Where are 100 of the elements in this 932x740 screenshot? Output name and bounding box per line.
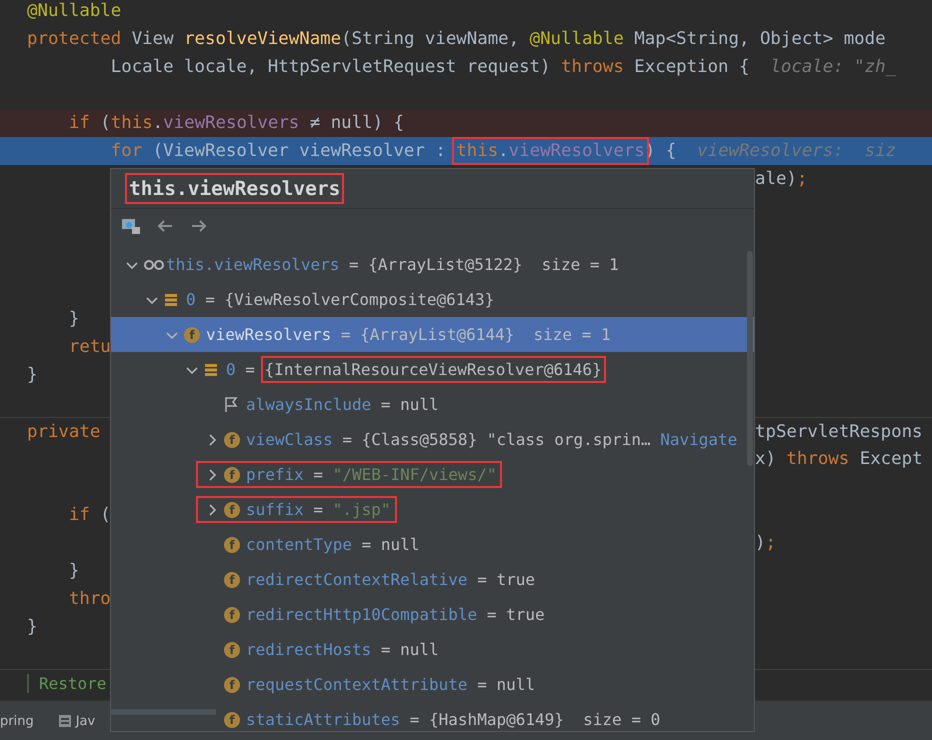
variable-name: redirectContextRelative xyxy=(246,570,468,589)
variable-name: suffix xyxy=(246,500,304,519)
field-badge: f xyxy=(224,502,240,518)
inline-hint: locale: "zh_ xyxy=(770,57,896,77)
array-icon xyxy=(204,362,218,376)
variable-value: = null xyxy=(380,640,439,659)
tree-row[interactable]: f redirectHosts = null xyxy=(111,632,754,667)
array-icon xyxy=(164,292,178,306)
code-token: tpServletRespons xyxy=(755,422,923,442)
variable-value: = xyxy=(312,500,324,519)
horizontal-scrollbar[interactable] xyxy=(111,709,216,715)
code-token: } xyxy=(68,309,80,329)
code-token: ( xyxy=(99,113,111,133)
code-token: Map<String, Object> mode xyxy=(633,29,886,49)
tree-row[interactable]: f prefix = "/WEB-INF/views/" xyxy=(111,457,754,492)
tree-row[interactable]: f suffix = ".jsp" xyxy=(111,492,754,527)
code-token: Exception { xyxy=(633,57,750,77)
code-token: this xyxy=(456,141,498,161)
variable-name: 0 xyxy=(186,290,196,309)
code-token: } xyxy=(27,617,38,637)
tree-row[interactable]: f staticAttributes = {HashMap@6149} size = 0 xyxy=(111,702,754,731)
code-token: ) xyxy=(755,533,766,553)
variable-value: = null xyxy=(380,395,439,414)
code-token: throws xyxy=(786,449,850,469)
tree-row[interactable]: f redirectHttp10Compatible = true xyxy=(111,597,754,632)
code-token: viewResolvers xyxy=(508,141,645,161)
code-token: if xyxy=(68,113,90,133)
code-token: retu xyxy=(68,337,111,357)
field-badge: f xyxy=(184,326,200,342)
variable-value: "/WEB-INF/views/" xyxy=(332,465,496,484)
variable-name: this.viewResolvers xyxy=(166,255,340,274)
code-token: private xyxy=(27,422,100,442)
field-badge: f xyxy=(224,642,240,658)
folded-region-label[interactable]: Restore xyxy=(39,674,106,693)
variable-value: = {ViewResolverComposite@6143} xyxy=(204,290,494,309)
code-token: Locale locale, HttpServletRequest request) xyxy=(110,57,552,77)
code-token: protected xyxy=(27,29,122,49)
variable-value: = xyxy=(312,465,324,484)
variable-name: requestContextAttribute xyxy=(246,675,468,694)
code-token: resolveViewName xyxy=(184,29,342,49)
glasses-icon xyxy=(144,258,164,270)
code-token: ≠ null) { xyxy=(308,113,404,133)
frame-icon[interactable] xyxy=(121,217,141,235)
field-badge: f xyxy=(224,676,240,692)
field-badge: f xyxy=(224,572,240,588)
code-token: throws xyxy=(560,57,624,77)
variable-value: = {ArrayList@5122} size = 1 xyxy=(348,255,619,274)
vertical-scrollbar[interactable] xyxy=(747,251,753,466)
tree-row[interactable]: f contentType = null xyxy=(111,527,754,562)
code-token: x) xyxy=(755,449,777,469)
tree-row[interactable]: 0 = {ViewResolverComposite@6143} xyxy=(111,282,754,317)
code-token: } xyxy=(68,561,80,581)
code-token: for xyxy=(110,141,142,161)
code-token: } xyxy=(27,365,38,385)
variable-name: viewResolvers xyxy=(206,325,332,344)
code-token: ; xyxy=(796,169,808,189)
code-token: if xyxy=(68,505,90,525)
tree-row[interactable]: 0 = {InternalResourceViewResolver@6146} xyxy=(111,352,754,387)
variable-name: prefix xyxy=(246,465,304,484)
tree-row[interactable]: alwaysInclude = null xyxy=(111,387,754,422)
variable-value: = true xyxy=(476,570,535,589)
tree-row[interactable]: f requestContextAttribute = null xyxy=(111,667,754,702)
variable-name: alwaysInclude xyxy=(246,395,372,414)
variable-name: redirectHosts xyxy=(246,640,372,659)
flag-icon xyxy=(224,396,238,412)
variable-value: = null xyxy=(360,535,420,554)
navigate-link[interactable]: Navigate xyxy=(660,430,738,449)
field-badge: f xyxy=(224,432,240,448)
tree-row[interactable]: f redirectContextRelative = true xyxy=(111,562,754,597)
code-token: View xyxy=(132,29,175,49)
variable-value: = {ArrayList@6144} size = 1 xyxy=(340,325,611,344)
code-token: @Nullable xyxy=(27,1,122,21)
variable-name: contentType xyxy=(246,535,352,554)
variable-value: = null xyxy=(476,675,535,694)
code-token: @Nullable xyxy=(530,29,624,49)
field-badge: f xyxy=(224,466,240,482)
variable-value: = true xyxy=(486,605,545,624)
tree-row[interactable]: this.viewResolvers = {ArrayList@5122} size = 1 xyxy=(111,247,754,282)
variable-name: staticAttributes xyxy=(246,710,400,729)
code-token: ale) xyxy=(755,169,797,189)
variable-value: = {HashMap@6149} size = 0 xyxy=(408,710,660,729)
code-token: . xyxy=(498,141,509,161)
inline-hint: viewResolvers: siz xyxy=(697,141,896,161)
tree-row[interactable]: f viewResolvers = {ArrayList@6144} size = 1 xyxy=(111,317,754,352)
variable-value: ".jsp" xyxy=(332,500,390,519)
code-token: . xyxy=(152,113,164,133)
variable-value: = xyxy=(244,360,256,379)
code-token: (ViewResolver viewResolver : xyxy=(152,141,447,161)
variable-value: = {Class@5858} "class org.sprin… xyxy=(341,430,652,449)
code-token: ( xyxy=(99,505,111,525)
variable-name: 0 xyxy=(226,360,236,379)
code-token: ; xyxy=(765,533,776,553)
tree-row[interactable]: f viewClass = {Class@5858} "class org.sprin… Navigate xyxy=(111,422,754,457)
code-token: viewResolvers xyxy=(163,113,300,133)
field-badge: f xyxy=(224,712,240,728)
tool-window-button[interactable]: pring xyxy=(0,712,34,730)
code-token: this xyxy=(110,113,153,133)
variable-name: redirectHttp10Compatible xyxy=(246,605,478,624)
java-ee-icon xyxy=(58,714,72,728)
tool-window-button[interactable]: Jav xyxy=(58,712,96,730)
